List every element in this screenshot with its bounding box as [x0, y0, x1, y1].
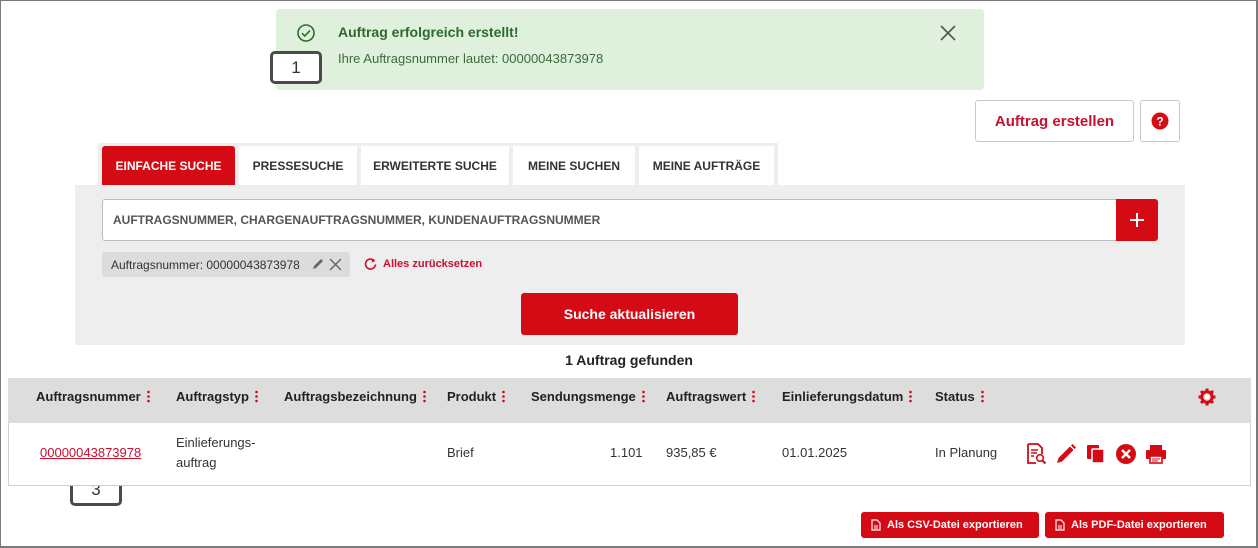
filter-chip: Auftragsnummer: 00000043873978	[102, 252, 350, 277]
kebab-menu-icon[interactable]	[641, 390, 645, 403]
notification-title: Auftrag erfolgreich erstellt!	[338, 24, 519, 40]
column-header-auftragswert[interactable]: Auftragswert	[666, 389, 755, 404]
cell-auftragswert: 935,85 €	[666, 445, 717, 460]
kebab-menu-icon[interactable]	[752, 390, 755, 403]
column-header-sendungsmenge[interactable]: Sendungsmenge	[531, 389, 645, 404]
kebab-menu-icon[interactable]	[909, 390, 913, 403]
notification-message: Ihre Auftragsnummer lautet: 000000438739…	[338, 51, 604, 66]
results-count: 1 Auftrag gefunden	[565, 352, 693, 368]
cell-einlieferungsdatum: 01.01.2025	[782, 445, 848, 460]
callout-1: 1	[270, 51, 322, 84]
gear-icon[interactable]	[1198, 388, 1216, 406]
column-header-einlieferungsdatum[interactable]: Einlieferungsdatum	[782, 389, 913, 404]
pencil-icon[interactable]	[311, 257, 325, 271]
file-icon	[871, 519, 881, 531]
close-icon[interactable]	[938, 23, 958, 43]
update-search-button[interactable]: Suche aktualisieren	[521, 293, 738, 335]
reset-all-label: Alles zurücksetzen	[383, 257, 483, 270]
column-label: Einlieferungsdatum	[782, 389, 904, 404]
column-label: Auftragsbezeichnung	[284, 389, 417, 404]
search-input[interactable]: AUFTRAGSNUMMER, CHARGENAUFTRAGSNUMMER, K…	[102, 199, 1117, 241]
cell-produkt: Brief	[447, 445, 474, 460]
column-header-auftragsnummer[interactable]: Auftragsnummer	[36, 389, 150, 404]
export-csv-label: Als CSV-Datei exportieren	[887, 519, 1023, 531]
export-pdf-label: Als PDF-Datei exportieren	[1071, 519, 1207, 531]
column-label: Auftragswert	[666, 389, 747, 404]
filter-chip-label: Auftragsnummer: 00000043873978	[111, 257, 300, 272]
column-label: Auftragstyp	[176, 389, 249, 404]
plus-icon	[1130, 213, 1144, 227]
kebab-menu-icon[interactable]	[255, 390, 258, 403]
column-header-status[interactable]: Status	[935, 389, 984, 404]
tab-pressesuche[interactable]: PRESSESUCHE	[239, 146, 357, 185]
help-button[interactable]: ?	[1140, 100, 1180, 142]
check-circle-icon	[297, 24, 315, 42]
column-label: Auftragsnummer	[36, 389, 141, 404]
column-header-produkt[interactable]: Produkt	[447, 389, 505, 404]
question-circle-icon: ?	[1151, 112, 1169, 130]
edit-pencil-icon[interactable]	[1055, 443, 1077, 465]
column-header-auftragsbezeichnung[interactable]: Auftragsbezeichnung	[284, 389, 426, 404]
create-order-button[interactable]: Auftrag erstellen	[975, 100, 1134, 142]
kebab-menu-icon[interactable]	[502, 390, 505, 403]
column-header-auftragstyp[interactable]: Auftragstyp	[176, 389, 258, 404]
cell-auftragstyp-line1: Einlieferungs-	[176, 435, 256, 450]
column-label: Status	[935, 389, 975, 404]
cell-sendungsmenge: 1.101	[610, 445, 643, 460]
cell-auftragstyp-line2: auftrag	[176, 455, 217, 470]
add-search-button[interactable]	[1116, 199, 1158, 241]
tab-einfache-suche[interactable]: EINFACHE SUCHE	[102, 146, 235, 185]
kebab-menu-icon[interactable]	[146, 390, 150, 403]
export-csv-button[interactable]: Als CSV-Datei exportieren	[861, 512, 1039, 538]
kebab-menu-icon[interactable]	[980, 390, 984, 403]
column-label: Sendungsmenge	[531, 389, 636, 404]
tab-erweiterte-suche[interactable]: ERWEITERTE SUCHE	[361, 146, 509, 185]
tab-meine-auftraege[interactable]: MEINE AUFTRÄGE	[639, 146, 774, 185]
view-details-icon[interactable]	[1025, 443, 1047, 465]
column-label: Produkt	[447, 389, 497, 404]
tab-meine-suchen[interactable]: MEINE SUCHEN	[513, 146, 635, 185]
refresh-icon	[364, 258, 377, 270]
copy-icon[interactable]	[1085, 443, 1107, 465]
print-icon[interactable]	[1145, 443, 1167, 465]
svg-text:?: ?	[1156, 115, 1163, 129]
close-icon[interactable]	[329, 258, 342, 271]
cell-status: In Planung	[935, 445, 998, 460]
export-pdf-button[interactable]: Als PDF-Datei exportieren	[1045, 512, 1224, 538]
order-number-link[interactable]: 00000043873978	[40, 445, 141, 460]
reset-all-link[interactable]: Alles zurücksetzen	[364, 257, 482, 270]
cancel-circle-icon[interactable]	[1115, 443, 1137, 465]
file-icon	[1055, 519, 1065, 531]
success-notification: Auftrag erfolgreich erstellt! Ihre Auftr…	[276, 9, 984, 90]
kebab-menu-icon[interactable]	[423, 390, 426, 403]
